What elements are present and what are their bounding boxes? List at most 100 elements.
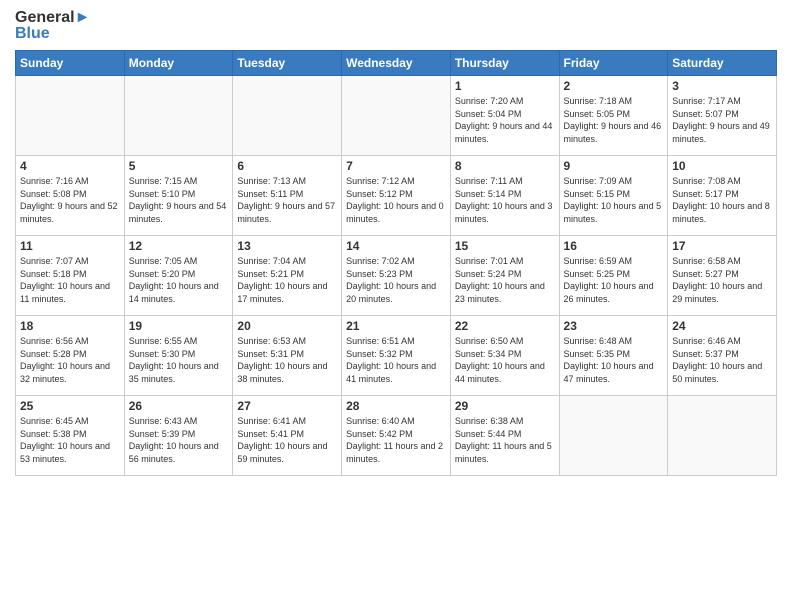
- day-number: 4: [20, 159, 120, 173]
- calendar-cell: 26 Sunrise: 6:43 AMSunset: 5:39 PMDaylig…: [124, 396, 233, 476]
- day-info: Sunrise: 7:05 AMSunset: 5:20 PMDaylight:…: [129, 255, 229, 305]
- day-info: Sunrise: 6:46 AMSunset: 5:37 PMDaylight:…: [672, 335, 772, 385]
- day-info: Sunrise: 7:20 AMSunset: 5:04 PMDaylight:…: [455, 95, 555, 145]
- day-header-wednesday: Wednesday: [342, 51, 451, 76]
- calendar: SundayMondayTuesdayWednesdayThursdayFrid…: [15, 50, 777, 476]
- calendar-cell: 10 Sunrise: 7:08 AMSunset: 5:17 PMDaylig…: [668, 156, 777, 236]
- calendar-cell: 14 Sunrise: 7:02 AMSunset: 5:23 PMDaylig…: [342, 236, 451, 316]
- day-info: Sunrise: 7:15 AMSunset: 5:10 PMDaylight:…: [129, 175, 229, 225]
- calendar-cell: 27 Sunrise: 6:41 AMSunset: 5:41 PMDaylig…: [233, 396, 342, 476]
- calendar-cell: 23 Sunrise: 6:48 AMSunset: 5:35 PMDaylig…: [559, 316, 668, 396]
- day-number: 19: [129, 319, 229, 333]
- day-info: Sunrise: 7:07 AMSunset: 5:18 PMDaylight:…: [20, 255, 120, 305]
- calendar-cell: 15 Sunrise: 7:01 AMSunset: 5:24 PMDaylig…: [450, 236, 559, 316]
- calendar-cell: 28 Sunrise: 6:40 AMSunset: 5:42 PMDaylig…: [342, 396, 451, 476]
- calendar-cell: [559, 396, 668, 476]
- day-number: 11: [20, 239, 120, 253]
- day-info: Sunrise: 6:53 AMSunset: 5:31 PMDaylight:…: [237, 335, 337, 385]
- day-number: 28: [346, 399, 446, 413]
- day-number: 25: [20, 399, 120, 413]
- day-info: Sunrise: 7:01 AMSunset: 5:24 PMDaylight:…: [455, 255, 555, 305]
- day-header-monday: Monday: [124, 51, 233, 76]
- day-number: 26: [129, 399, 229, 413]
- logo: General► Blue: [15, 10, 90, 42]
- day-number: 18: [20, 319, 120, 333]
- day-header-thursday: Thursday: [450, 51, 559, 76]
- calendar-cell: [124, 76, 233, 156]
- day-header-saturday: Saturday: [668, 51, 777, 76]
- day-number: 12: [129, 239, 229, 253]
- day-number: 13: [237, 239, 337, 253]
- calendar-cell: [342, 76, 451, 156]
- day-number: 1: [455, 79, 555, 93]
- calendar-cell: 20 Sunrise: 6:53 AMSunset: 5:31 PMDaylig…: [233, 316, 342, 396]
- day-number: 23: [564, 319, 664, 333]
- calendar-cell: 25 Sunrise: 6:45 AMSunset: 5:38 PMDaylig…: [16, 396, 125, 476]
- day-info: Sunrise: 7:12 AMSunset: 5:12 PMDaylight:…: [346, 175, 446, 225]
- day-number: 8: [455, 159, 555, 173]
- calendar-cell: 12 Sunrise: 7:05 AMSunset: 5:20 PMDaylig…: [124, 236, 233, 316]
- day-info: Sunrise: 7:17 AMSunset: 5:07 PMDaylight:…: [672, 95, 772, 145]
- day-number: 7: [346, 159, 446, 173]
- calendar-cell: 29 Sunrise: 6:38 AMSunset: 5:44 PMDaylig…: [450, 396, 559, 476]
- day-number: 16: [564, 239, 664, 253]
- calendar-cell: 9 Sunrise: 7:09 AMSunset: 5:15 PMDayligh…: [559, 156, 668, 236]
- calendar-cell: 18 Sunrise: 6:56 AMSunset: 5:28 PMDaylig…: [16, 316, 125, 396]
- day-info: Sunrise: 7:13 AMSunset: 5:11 PMDaylight:…: [237, 175, 337, 225]
- calendar-cell: 22 Sunrise: 6:50 AMSunset: 5:34 PMDaylig…: [450, 316, 559, 396]
- calendar-cell: 3 Sunrise: 7:17 AMSunset: 5:07 PMDayligh…: [668, 76, 777, 156]
- day-number: 29: [455, 399, 555, 413]
- day-info: Sunrise: 6:43 AMSunset: 5:39 PMDaylight:…: [129, 415, 229, 465]
- day-info: Sunrise: 6:48 AMSunset: 5:35 PMDaylight:…: [564, 335, 664, 385]
- calendar-cell: [16, 76, 125, 156]
- calendar-cell: 7 Sunrise: 7:12 AMSunset: 5:12 PMDayligh…: [342, 156, 451, 236]
- day-info: Sunrise: 6:38 AMSunset: 5:44 PMDaylight:…: [455, 415, 555, 465]
- day-number: 21: [346, 319, 446, 333]
- calendar-cell: 4 Sunrise: 7:16 AMSunset: 5:08 PMDayligh…: [16, 156, 125, 236]
- day-number: 9: [564, 159, 664, 173]
- day-header-friday: Friday: [559, 51, 668, 76]
- day-number: 10: [672, 159, 772, 173]
- day-number: 3: [672, 79, 772, 93]
- calendar-cell: 11 Sunrise: 7:07 AMSunset: 5:18 PMDaylig…: [16, 236, 125, 316]
- calendar-cell: 5 Sunrise: 7:15 AMSunset: 5:10 PMDayligh…: [124, 156, 233, 236]
- day-info: Sunrise: 6:50 AMSunset: 5:34 PMDaylight:…: [455, 335, 555, 385]
- calendar-cell: 2 Sunrise: 7:18 AMSunset: 5:05 PMDayligh…: [559, 76, 668, 156]
- day-number: 6: [237, 159, 337, 173]
- day-info: Sunrise: 6:45 AMSunset: 5:38 PMDaylight:…: [20, 415, 120, 465]
- day-number: 5: [129, 159, 229, 173]
- calendar-cell: [233, 76, 342, 156]
- day-info: Sunrise: 6:55 AMSunset: 5:30 PMDaylight:…: [129, 335, 229, 385]
- calendar-cell: 6 Sunrise: 7:13 AMSunset: 5:11 PMDayligh…: [233, 156, 342, 236]
- day-number: 2: [564, 79, 664, 93]
- day-info: Sunrise: 7:04 AMSunset: 5:21 PMDaylight:…: [237, 255, 337, 305]
- day-number: 14: [346, 239, 446, 253]
- day-number: 22: [455, 319, 555, 333]
- calendar-cell: 8 Sunrise: 7:11 AMSunset: 5:14 PMDayligh…: [450, 156, 559, 236]
- day-header-sunday: Sunday: [16, 51, 125, 76]
- calendar-cell: 21 Sunrise: 6:51 AMSunset: 5:32 PMDaylig…: [342, 316, 451, 396]
- day-number: 20: [237, 319, 337, 333]
- day-info: Sunrise: 6:59 AMSunset: 5:25 PMDaylight:…: [564, 255, 664, 305]
- day-info: Sunrise: 7:09 AMSunset: 5:15 PMDaylight:…: [564, 175, 664, 225]
- calendar-cell: 24 Sunrise: 6:46 AMSunset: 5:37 PMDaylig…: [668, 316, 777, 396]
- day-number: 24: [672, 319, 772, 333]
- day-number: 27: [237, 399, 337, 413]
- day-header-tuesday: Tuesday: [233, 51, 342, 76]
- calendar-cell: [668, 396, 777, 476]
- day-info: Sunrise: 6:41 AMSunset: 5:41 PMDaylight:…: [237, 415, 337, 465]
- calendar-cell: 19 Sunrise: 6:55 AMSunset: 5:30 PMDaylig…: [124, 316, 233, 396]
- day-info: Sunrise: 6:56 AMSunset: 5:28 PMDaylight:…: [20, 335, 120, 385]
- day-info: Sunrise: 7:02 AMSunset: 5:23 PMDaylight:…: [346, 255, 446, 305]
- day-info: Sunrise: 6:51 AMSunset: 5:32 PMDaylight:…: [346, 335, 446, 385]
- calendar-cell: 1 Sunrise: 7:20 AMSunset: 5:04 PMDayligh…: [450, 76, 559, 156]
- calendar-cell: 13 Sunrise: 7:04 AMSunset: 5:21 PMDaylig…: [233, 236, 342, 316]
- day-info: Sunrise: 6:58 AMSunset: 5:27 PMDaylight:…: [672, 255, 772, 305]
- calendar-cell: 17 Sunrise: 6:58 AMSunset: 5:27 PMDaylig…: [668, 236, 777, 316]
- calendar-cell: 16 Sunrise: 6:59 AMSunset: 5:25 PMDaylig…: [559, 236, 668, 316]
- day-info: Sunrise: 7:18 AMSunset: 5:05 PMDaylight:…: [564, 95, 664, 145]
- day-info: Sunrise: 7:16 AMSunset: 5:08 PMDaylight:…: [20, 175, 120, 225]
- day-info: Sunrise: 6:40 AMSunset: 5:42 PMDaylight:…: [346, 415, 446, 465]
- day-info: Sunrise: 7:08 AMSunset: 5:17 PMDaylight:…: [672, 175, 772, 225]
- day-info: Sunrise: 7:11 AMSunset: 5:14 PMDaylight:…: [455, 175, 555, 225]
